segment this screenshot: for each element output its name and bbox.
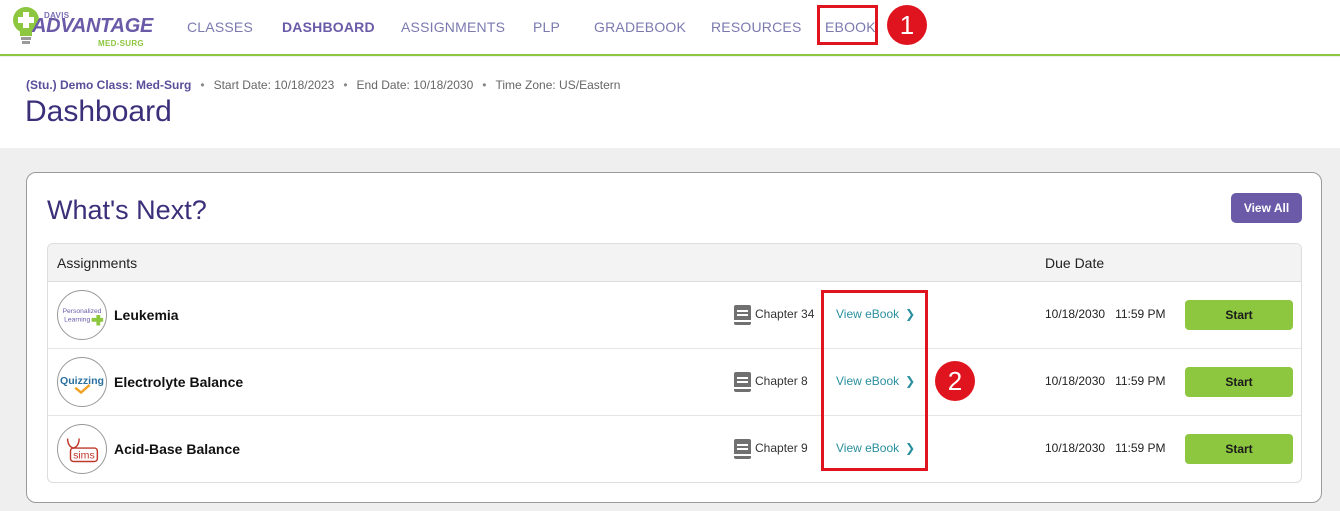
quizzing-badge: Quizzing [57, 357, 107, 407]
start-button[interactable]: Start [1185, 434, 1293, 464]
chapter-label: Chapter 34 [755, 307, 815, 321]
start-button[interactable]: Start [1185, 367, 1293, 397]
view-all-button[interactable]: View All [1231, 193, 1302, 223]
nav-resources[interactable]: RESOURCES [711, 0, 801, 54]
end-date: End Date: 10/18/2030 [356, 78, 474, 92]
assignment-name[interactable]: Acid-Base Balance [114, 441, 240, 457]
badge-text-sims: sims [73, 450, 95, 462]
time-zone: Time Zone: US/Eastern [495, 78, 621, 92]
table-row: sims Acid-Base Balance Chapter 9 View eB… [48, 416, 1301, 482]
due-date: 10/18/2030 11:59 PM [1045, 374, 1166, 388]
nav-gradebook[interactable]: GRADEBOOK [594, 0, 686, 54]
puzzle-icon [91, 315, 104, 326]
start-date: Start Date: 10/18/2023 [213, 78, 335, 92]
annotation-number-1: 1 [887, 5, 927, 45]
assignment-name[interactable]: Leukemia [114, 307, 179, 323]
stethoscope-icon [66, 438, 80, 449]
personalized-learning-badge: Personalized Learning [57, 290, 107, 340]
nav-plp[interactable]: PLP [533, 0, 560, 54]
table-row: Personalized Learning Leukemia Chapter 3… [48, 282, 1301, 349]
separator-dot: • [200, 78, 205, 92]
ebook-highlight-box [817, 5, 878, 45]
due-date-value: 10/18/2030 [1045, 374, 1106, 388]
book-icon [734, 305, 751, 325]
due-date-value: 10/18/2030 [1045, 307, 1106, 321]
table-header: Assignments Due Date [48, 244, 1301, 282]
view-ebook-highlight-box [821, 290, 928, 471]
due-time-value: 11:59 PM [1115, 374, 1166, 388]
badge-text-line1: Personalized [63, 308, 102, 315]
due-date-value: 10/18/2030 [1045, 441, 1106, 455]
annotation-number-2: 2 [935, 361, 975, 401]
sims-badge: sims [57, 424, 107, 474]
due-time-value: 11:59 PM [1115, 307, 1166, 321]
separator-dot: • [482, 78, 487, 92]
badge-text-line2: Learning [64, 317, 90, 324]
due-date: 10/18/2030 11:59 PM [1045, 441, 1166, 455]
assignment-name[interactable]: Electrolyte Balance [114, 374, 243, 390]
class-name-link[interactable]: (Stu.) Demo Class: Med-Surg [26, 78, 191, 92]
whats-next-card: What's Next? View All Assignments Due Da… [26, 172, 1322, 503]
page-title: Dashboard [25, 95, 172, 128]
logo-subtitle-text: MED-SURG [98, 39, 144, 48]
chapter-label: Chapter 9 [755, 441, 808, 455]
class-meta: (Stu.) Demo Class: Med-Surg • Start Date: … [26, 78, 620, 92]
card-title: What's Next? [47, 195, 207, 225]
due-time-value: 11:59 PM [1115, 441, 1166, 455]
book-icon [734, 439, 751, 459]
column-header-assignments: Assignments [57, 255, 138, 271]
assignments-table: Assignments Due Date Personalized Learni… [47, 243, 1302, 483]
nav-classes[interactable]: CLASSES [187, 0, 253, 54]
due-date: 10/18/2030 11:59 PM [1045, 307, 1166, 321]
davis-advantage-logo[interactable]: DAVIS ADVANTAGE MED-SURG [12, 3, 153, 51]
top-nav-bar: DAVIS ADVANTAGE MED-SURG CLASSES DASHBOA… [0, 0, 1340, 56]
table-row: Quizzing Electrolyte Balance Chapter 8 V… [48, 349, 1301, 416]
badge-text-quizzing: Quizzing [60, 375, 104, 387]
logo-advantage-text: ADVANTAGE [32, 15, 154, 37]
chapter-label: Chapter 8 [755, 374, 808, 388]
start-button[interactable]: Start [1185, 300, 1293, 330]
book-icon [734, 372, 751, 392]
column-header-due-date: Due Date [1045, 255, 1105, 271]
nav-assignments[interactable]: ASSIGNMENTS [401, 0, 505, 54]
nav-dashboard[interactable]: DASHBOARD [282, 0, 375, 54]
separator-dot: • [343, 78, 348, 92]
page-header: (Stu.) Demo Class: Med-Surg • Start Date: … [0, 57, 1340, 148]
